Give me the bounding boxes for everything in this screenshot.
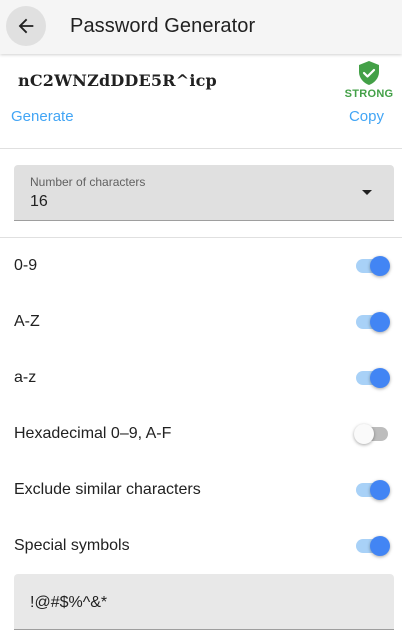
divider (0, 148, 402, 149)
option-label: Hexadecimal 0–9, A-F (14, 425, 172, 442)
option-lowercase-row[interactable]: a-z (0, 350, 402, 406)
option-label: A-Z (14, 313, 40, 330)
option-label: Special symbols (14, 537, 130, 554)
option-label: Exclude similar characters (14, 481, 201, 498)
switch-thumb (370, 536, 390, 556)
page-title: Password Generator (70, 15, 256, 37)
special-symbols-value: !@#$%^&* (30, 594, 108, 611)
length-select[interactable]: Number of characters 16 (14, 165, 394, 221)
copy-button[interactable]: Copy (349, 108, 384, 125)
option-digits-row[interactable]: 0-9 (0, 238, 402, 294)
option-exclude-similar-row[interactable]: Exclude similar characters (0, 462, 402, 518)
arrow-back-icon (18, 18, 34, 34)
generate-button[interactable]: Generate (11, 108, 74, 125)
length-select-label: Number of characters (30, 175, 146, 189)
option-label: a-z (14, 369, 37, 386)
app-bar: Password Generator (0, 0, 402, 54)
option-label: 0-9 (14, 257, 38, 274)
option-uppercase-row[interactable]: A-Z (0, 294, 402, 350)
option-special-symbols-row[interactable]: Special symbols (0, 518, 402, 574)
strength-label: STRONG (344, 88, 394, 100)
uppercase-switch[interactable] (354, 311, 390, 333)
length-select-value: 16 (30, 193, 48, 210)
shield-check-icon (359, 61, 379, 85)
option-hexadecimal-row[interactable]: Hexadecimal 0–9, A-F (0, 406, 402, 462)
generated-password: nC2WNZdDDE5R^icp (18, 71, 217, 90)
digits-switch[interactable] (354, 255, 390, 277)
switch-thumb (370, 480, 390, 500)
switch-thumb (370, 312, 390, 332)
arrow-drop-down-icon (362, 190, 372, 195)
special-symbols-switch[interactable] (354, 535, 390, 557)
special-symbols-input[interactable]: !@#$%^&* (14, 574, 394, 630)
switch-thumb (370, 368, 390, 388)
strength-indicator: STRONG (344, 60, 394, 100)
switch-thumb (354, 424, 374, 444)
hexadecimal-switch[interactable] (354, 423, 390, 445)
switch-thumb (370, 256, 390, 276)
lowercase-switch[interactable] (354, 367, 390, 389)
back-button[interactable] (6, 6, 46, 46)
exclude-similar-switch[interactable] (354, 479, 390, 501)
